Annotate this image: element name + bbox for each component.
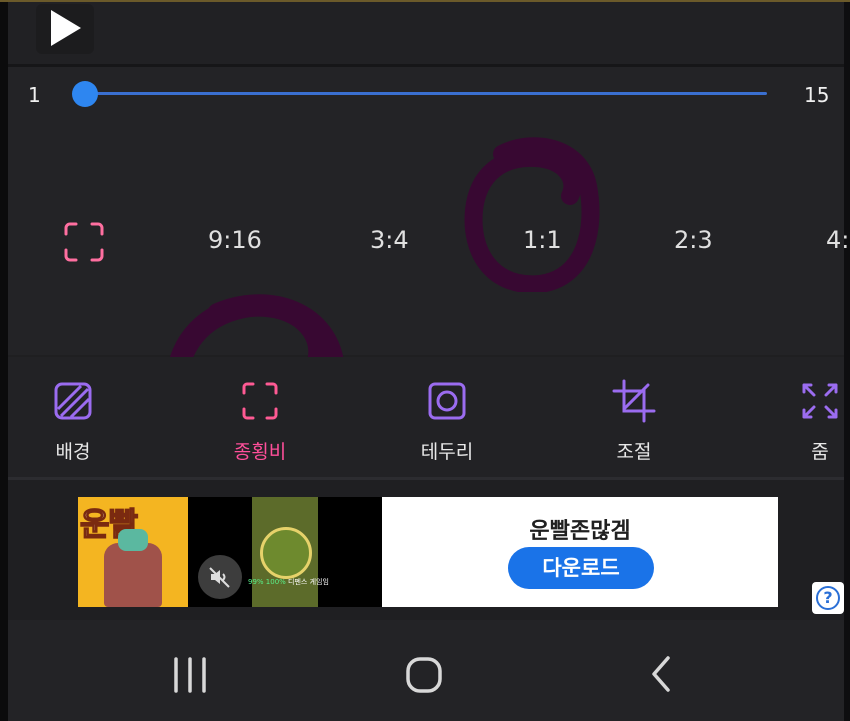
help-icon: ? (816, 586, 840, 610)
border-icon (428, 382, 466, 420)
slider-thumb[interactable] (72, 81, 98, 107)
ratio-option-4-partial[interactable]: 4: (826, 226, 849, 254)
ad-caption-highlight: 99% 100% (248, 578, 286, 586)
ad-text-panel[interactable]: 운빨존많겜 다운로드 (382, 497, 778, 607)
slider-min-label: 1 (28, 83, 41, 107)
edit-toolbar: 배경 종횡비 테두리 조절 줌 (8, 357, 844, 481)
free-crop-icon[interactable] (62, 220, 106, 268)
screen-edge-left (0, 0, 8, 721)
play-button[interactable] (36, 4, 94, 54)
recents-icon[interactable] (170, 656, 210, 694)
tool-border[interactable]: 테두리 (397, 379, 497, 464)
ad-headline: 운빨존많겜 (529, 519, 631, 544)
slider-max-label: 15 (804, 83, 830, 107)
ad-character-head (118, 529, 148, 551)
player-top-bar (8, 2, 844, 64)
back-icon[interactable] (648, 654, 674, 694)
crop-adjust-icon (612, 379, 656, 423)
aspect-ratio-icon (242, 382, 278, 420)
mute-icon (209, 567, 230, 588)
tool-label: 줌 (811, 441, 829, 463)
tool-label: 테두리 (420, 441, 474, 463)
tool-adjust[interactable]: 조절 (584, 379, 684, 464)
aspect-ratio-row: 9:16 3:4 1:1 2:3 4: (8, 142, 849, 355)
background-icon (54, 382, 92, 420)
ad-info-button[interactable]: ? (812, 582, 844, 614)
tool-label: 조절 (616, 441, 652, 463)
slider-track[interactable] (86, 92, 767, 95)
tool-label: 배경 (55, 441, 91, 463)
tool-background[interactable]: 배경 (23, 379, 123, 464)
ad-download-button[interactable]: 다운로드 (508, 547, 654, 589)
ad-gameplay-ring (260, 527, 312, 579)
frame-slider-row: 1 15 (8, 67, 844, 142)
system-navigation-bar (8, 620, 844, 721)
ratio-option-1-1[interactable]: 1:1 (523, 226, 562, 254)
ratio-option-2-3[interactable]: 2:3 (674, 226, 713, 254)
ad-gameplay-image (252, 497, 318, 607)
ad-banner[interactable]: 운빨 99% 100% 디펜스 게임임 운빨존많겜 다운로드 (78, 497, 778, 607)
home-icon[interactable] (405, 656, 443, 694)
ratio-option-9-16[interactable]: 9:16 (208, 226, 262, 254)
play-icon (51, 10, 81, 46)
zoom-icon (802, 383, 838, 419)
ad-area: 운빨 99% 100% 디펜스 게임임 운빨존많겜 다운로드 ? (8, 480, 844, 620)
screen-edge-right (844, 0, 850, 721)
ad-character-image (104, 529, 162, 607)
tool-zoom[interactable]: 줌 (770, 379, 850, 464)
mute-button[interactable] (198, 555, 242, 599)
ad-game-art[interactable]: 운빨 (78, 497, 188, 607)
ad-caption-text: 디펜스 게임임 (288, 578, 329, 586)
ad-video[interactable]: 99% 100% 디펜스 게임임 (188, 497, 382, 607)
tool-label: 종횡비 (233, 441, 287, 463)
ratio-option-3-4[interactable]: 3:4 (370, 226, 409, 254)
tool-aspect-ratio[interactable]: 종횡비 (210, 379, 310, 464)
ad-video-caption: 99% 100% 디펜스 게임임 (248, 577, 329, 587)
